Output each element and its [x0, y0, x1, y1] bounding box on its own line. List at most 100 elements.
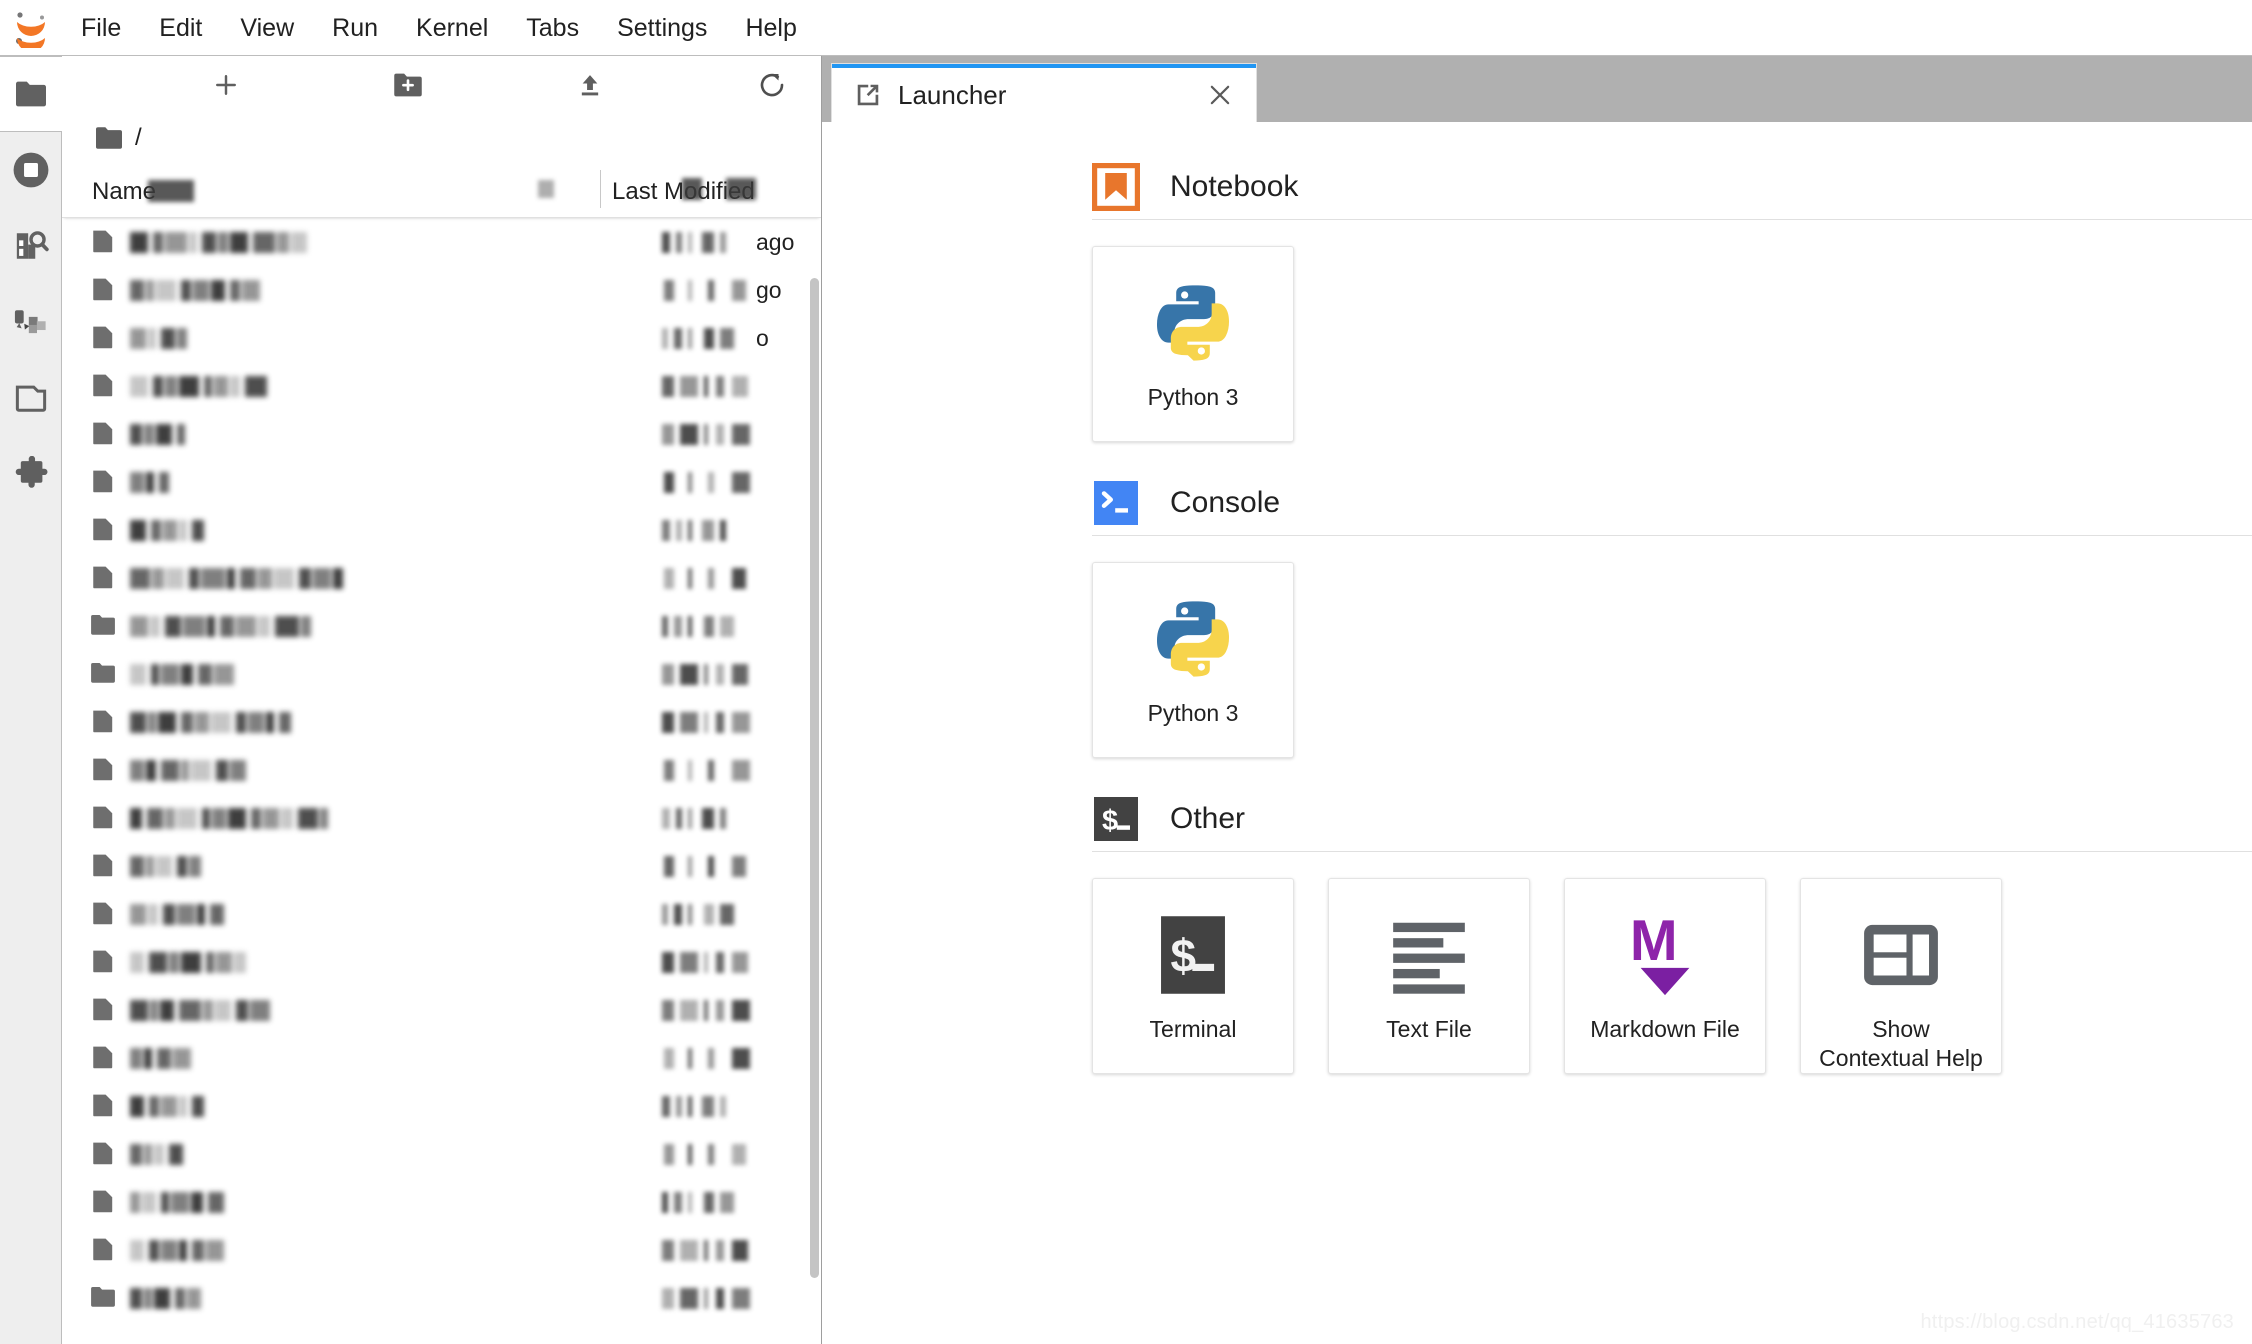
file-name-redacted	[130, 856, 203, 877]
menu-settings[interactable]: Settings	[598, 0, 726, 56]
tab-launcher[interactable]: Launcher	[832, 64, 1256, 122]
file-list-row[interactable]	[62, 890, 821, 938]
file-name-redacted	[130, 520, 206, 541]
launch-card-markdown-file[interactable]: M Markdown File	[1564, 878, 1766, 1074]
launch-card-text-file[interactable]: Text File	[1328, 878, 1530, 1074]
jupyter-logo-icon	[0, 8, 62, 48]
card-label: Text File	[1378, 1015, 1480, 1044]
menu-bar: File Edit View Run Kernel Tabs Settings …	[0, 0, 2252, 56]
file-list-row[interactable]	[62, 986, 821, 1034]
last-modified-redacted	[662, 1096, 754, 1117]
file-name-redacted	[130, 904, 226, 925]
column-divider[interactable]	[600, 170, 601, 208]
last-modified-redacted	[662, 1192, 754, 1213]
last-modified-redacted	[662, 1000, 754, 1021]
last-modified-redacted	[662, 376, 754, 397]
sidebar-tab-commands[interactable]	[0, 208, 62, 284]
menu-edit[interactable]: Edit	[140, 0, 221, 56]
folder-icon	[14, 79, 48, 109]
file-list-row[interactable]	[62, 1082, 821, 1130]
refresh-file-list-button[interactable]	[748, 66, 796, 104]
launch-card-notebook-python3[interactable]: Python 3	[1092, 246, 1294, 442]
main-area: Launcher Notebook	[822, 56, 2252, 1344]
file-name-redacted	[130, 1192, 226, 1213]
sidebar-tab-debugger[interactable]	[0, 284, 62, 360]
terminal-dollar-icon: $	[1092, 795, 1140, 843]
sidebar-tab-extension-manager[interactable]	[0, 436, 62, 512]
sidebar-tab-table-of-contents[interactable]	[0, 360, 62, 436]
file-icon	[90, 1237, 116, 1263]
file-list-row[interactable]	[62, 554, 821, 602]
menu-kernel[interactable]: Kernel	[397, 0, 507, 56]
svg-text:$: $	[1102, 805, 1118, 837]
file-icon	[90, 373, 116, 399]
file-list-row[interactable]	[62, 410, 821, 458]
file-list-row[interactable]	[62, 1130, 821, 1178]
new-folder-icon	[393, 71, 423, 99]
file-list-row[interactable]	[62, 1034, 821, 1082]
card-label: Terminal	[1142, 1015, 1245, 1044]
file-list-row[interactable]	[62, 938, 821, 986]
plus-icon	[212, 71, 240, 99]
menu-run[interactable]: Run	[313, 0, 397, 56]
file-list-row[interactable]: o	[62, 314, 821, 362]
file-list[interactable]: ago go o	[62, 218, 821, 1344]
column-header-name[interactable]: Name	[92, 178, 156, 206]
file-list-row[interactable]	[62, 794, 821, 842]
file-name-redacted	[130, 568, 348, 589]
file-list-row[interactable]	[62, 602, 821, 650]
file-list-row[interactable]	[62, 362, 821, 410]
new-launcher-button[interactable]	[202, 66, 250, 104]
upload-files-button[interactable]	[566, 66, 614, 104]
sidebar-tab-running-terminals-and-kernels[interactable]	[0, 132, 62, 208]
last-modified-redacted	[662, 328, 754, 349]
python-logo-icon	[1147, 277, 1239, 369]
file-list-row[interactable]	[62, 698, 821, 746]
last-modified-redacted	[662, 280, 754, 301]
launch-card-console-python3[interactable]: Python 3	[1092, 562, 1294, 758]
menu-help[interactable]: Help	[726, 0, 815, 56]
last-modified-tail: go	[756, 277, 782, 304]
launch-card-terminal[interactable]: $ Terminal	[1092, 878, 1294, 1074]
breadcrumb[interactable]: /	[62, 112, 821, 164]
file-icon	[90, 565, 116, 591]
file-list-scrollbar[interactable]	[810, 278, 819, 1338]
breadcrumb-path: /	[135, 124, 142, 152]
file-name-redacted	[130, 280, 262, 301]
contextual-help-icon	[1855, 909, 1947, 1001]
new-folder-button[interactable]	[384, 66, 432, 104]
menu-file[interactable]: File	[62, 0, 140, 56]
file-list-row[interactable]	[62, 1274, 821, 1322]
card-label: Show Contextual Help	[1811, 1015, 1991, 1073]
file-icon	[90, 1045, 116, 1071]
card-label: Python 3	[1140, 699, 1247, 728]
file-icon	[90, 997, 116, 1023]
redaction-smudge	[682, 178, 702, 200]
last-modified-redacted	[662, 904, 754, 925]
file-list-row[interactable]	[62, 1226, 821, 1274]
file-list-row[interactable]	[62, 458, 821, 506]
menu-tabs[interactable]: Tabs	[507, 0, 598, 56]
section-title: Console	[1170, 486, 1280, 520]
file-list-row[interactable]	[62, 506, 821, 554]
launch-card-contextual-help[interactable]: Show Contextual Help	[1800, 878, 2002, 1074]
last-modified-redacted	[662, 568, 754, 589]
file-icon	[90, 901, 116, 927]
toc-icon	[14, 383, 48, 413]
last-modified-redacted	[662, 1240, 754, 1261]
file-list-row[interactable]	[62, 746, 821, 794]
file-list-row[interactable]	[62, 842, 821, 890]
file-list-row[interactable]	[62, 1178, 821, 1226]
launcher-card-row-console: Python 3	[1092, 536, 2252, 786]
file-list-row[interactable]: go	[62, 266, 821, 314]
console-prompt-icon	[1092, 479, 1140, 527]
close-icon[interactable]	[1198, 73, 1242, 117]
file-name-redacted	[130, 760, 248, 781]
file-list-row[interactable]: ago	[62, 218, 821, 266]
file-list-row[interactable]	[62, 650, 821, 698]
scrollbar-thumb[interactable]	[810, 278, 819, 1278]
sidebar-tab-file-browser[interactable]	[0, 56, 63, 132]
card-label: Python 3	[1140, 383, 1247, 412]
menu-view[interactable]: View	[221, 0, 313, 56]
file-browser-toolbar	[62, 56, 821, 112]
